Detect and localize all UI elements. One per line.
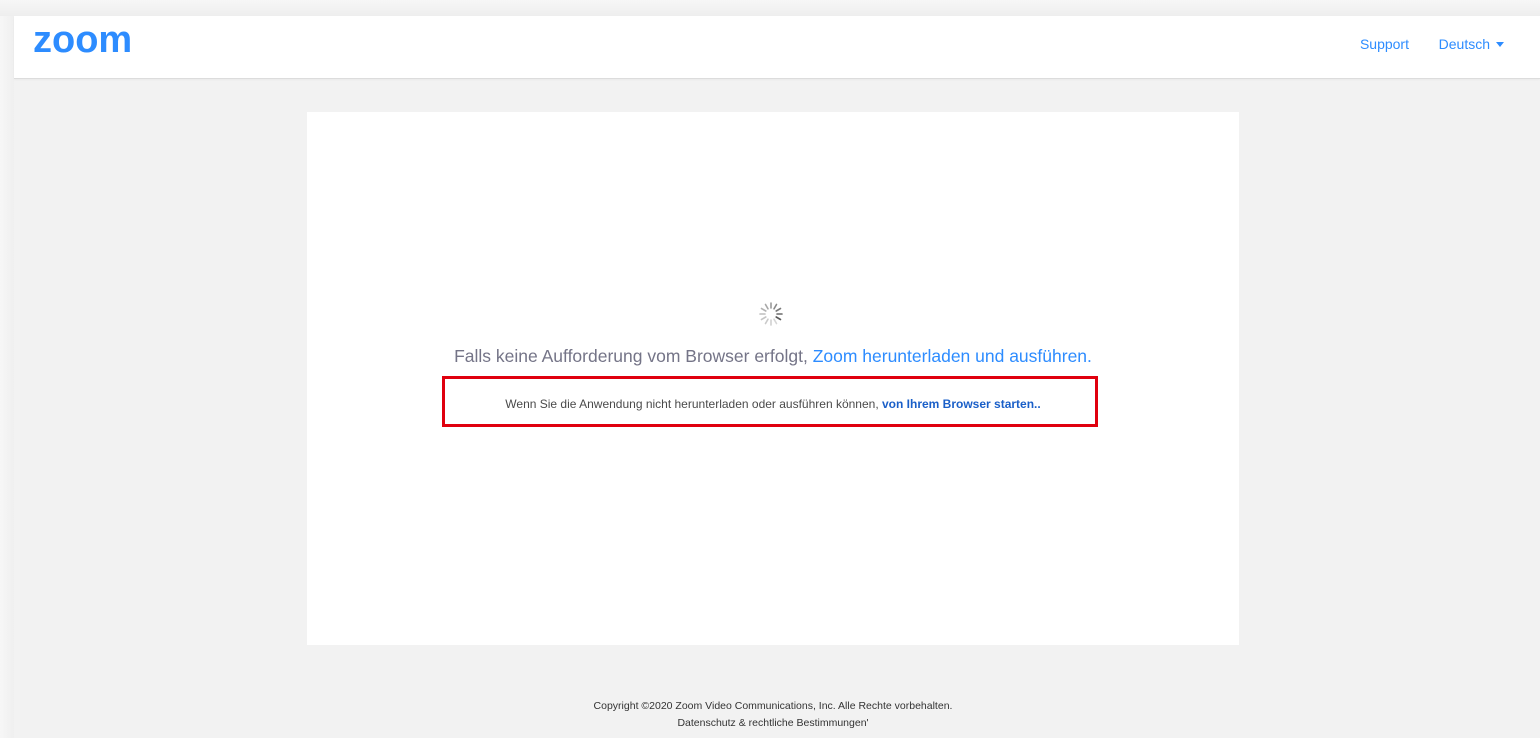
download-zoom-link[interactable]: Zoom herunterladen und ausführen (813, 346, 1087, 366)
logo-text: zoom (33, 22, 132, 58)
window-top-edge (0, 0, 1540, 16)
language-selector[interactable]: Deutsch (1439, 36, 1504, 52)
zoom-logo[interactable]: zoom (33, 22, 159, 58)
launch-prompt-text: Falls keine Aufforderung vom Browser erf… (454, 346, 813, 366)
fallback-text: Wenn Sie die Anwendung nicht herunterlad… (505, 397, 882, 411)
browser-fallback-text: Wenn Sie die Anwendung nicht herunterlad… (307, 397, 1239, 412)
support-link[interactable]: Support (1360, 36, 1409, 52)
launch-prompt-period: . (1087, 346, 1092, 366)
window-left-edge (0, 16, 14, 738)
loading-spinner-icon (759, 302, 783, 326)
language-label: Deutsch (1438, 36, 1490, 52)
join-from-browser-link[interactable]: von Ihrem Browser starten.. (882, 397, 1041, 411)
caret-down-icon (1496, 42, 1504, 47)
copyright-text: Copyright ©2020 Zoom Video Communication… (593, 700, 953, 712)
top-navigation-bar: zoom Support Deutsch (14, 16, 1540, 79)
privacy-legal-link[interactable]: Datenschutz & rechtliche Bestimmungen' (14, 717, 1532, 730)
launch-prompt: Falls keine Aufforderung vom Browser erf… (307, 345, 1239, 367)
launch-card: Falls keine Aufforderung vom Browser erf… (307, 112, 1239, 645)
page-background: zoom Support Deutsch Falls keine Aufford… (0, 0, 1540, 738)
